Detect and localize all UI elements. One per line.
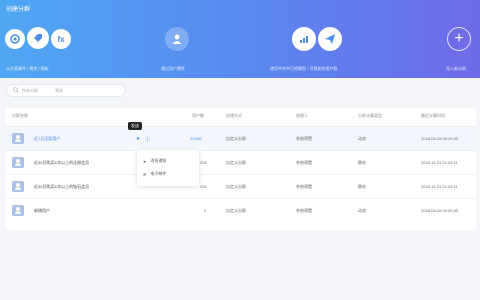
info-icon[interactable]: ⓘ [145, 136, 150, 143]
creator: 系统预置 [296, 184, 312, 189]
menu-item-label: 消息通知 [150, 158, 167, 163]
create-method: 自定义分群 [226, 136, 246, 141]
caption-model: 使用平台中已经模型 / 可视化的用户群 [270, 66, 338, 71]
table-row[interactable]: 近7日活跃用户 ➤ ⓘ 23,692 自定义分群 系统预置 动态 2018-04… [6, 126, 476, 150]
menu-item-email[interactable]: ✉ 电子邮件 [143, 171, 166, 177]
create-method: 自定义分群 [226, 184, 246, 189]
user-count: 0 [204, 208, 207, 213]
table-row[interactable]: 近30日购买E次以上的钻石会员 201 自定义分群 系统预置 静态 2018-1… [6, 174, 476, 198]
segment-name[interactable]: 新增用户 [34, 208, 50, 214]
fx-icon[interactable]: fx [51, 29, 71, 49]
menu-item-label: 电子邮件 [150, 171, 167, 176]
calc-time: 2018-11-21 21:02:11 [421, 160, 458, 165]
segment-avatar-icon [12, 157, 24, 168]
table-row[interactable]: 近30日购买E次以上的注册会员 201 自定义分群 系统预置 静态 2018-1… [6, 150, 476, 174]
send-icon[interactable]: ➤ [136, 136, 140, 142]
filter-link[interactable]: 筛选 [55, 88, 63, 94]
send-dropdown-menu: ➤ 消息通知 ✉ 电子邮件 [137, 150, 199, 186]
segment-table: 分群名称 用户数 创建方式 创建人 分群计算类型 最近计算时间 近7日活跃用户 … [6, 108, 476, 230]
search-icon [13, 86, 19, 95]
add-segment-button[interactable]: + [447, 27, 471, 51]
segment-avatar-icon [12, 133, 24, 144]
creator: 系统预置 [296, 160, 312, 165]
create-method: 自定义分群 [226, 208, 246, 213]
header-banner: 创建分群 fx + 从任意事件 / 属性 / 指标 通过用户属性 使用平台中已经… [0, 0, 480, 78]
send-tooltip: 发送 [128, 122, 142, 130]
segment-name[interactable]: 近7日活跃用户 [34, 136, 60, 142]
user-count: 23,692 [190, 136, 203, 141]
creator: 系统预置 [296, 136, 312, 141]
user-count: 201 [200, 160, 207, 165]
caption-attribute: 通过用户属性 [161, 66, 185, 71]
col-count: 用户数 [192, 113, 204, 118]
menu-item-notification[interactable]: ➤ 消息通知 [143, 158, 166, 164]
page-title: 创建分群 [6, 7, 31, 13]
user-count: 201 [200, 184, 207, 189]
caption-event: 从任意事件 / 属性 / 指标 [6, 66, 49, 71]
calc-type: 静态 [358, 160, 366, 165]
col-name: 分群名称 [12, 113, 28, 118]
calc-type: 动态 [358, 208, 366, 213]
search-bar[interactable]: 所有分群 筛选 [6, 84, 126, 97]
search-input[interactable]: 所有分群 [22, 88, 38, 94]
calc-type: 静态 [358, 184, 366, 189]
user-group-icon[interactable] [165, 27, 189, 51]
table-row[interactable]: 新增用户 0 自定义分群 系统预置 动态 2018-04-28 00:30:45 [6, 198, 476, 222]
tag-icon[interactable] [27, 27, 49, 49]
creator: 系统预置 [296, 208, 312, 213]
send-icon: ➤ [143, 158, 147, 164]
send-icon[interactable] [318, 27, 342, 51]
mail-icon: ✉ [143, 171, 147, 177]
col-type: 分群计算类型 [358, 113, 382, 118]
create-method: 自定义分群 [226, 160, 246, 165]
segment-avatar-icon [12, 181, 24, 192]
calc-time: 2018-04-28 00:30:45 [421, 136, 459, 141]
caption-import: 导入新分群 [446, 66, 466, 71]
chart-icon[interactable] [292, 27, 316, 51]
segment-avatar-icon [12, 205, 24, 216]
segment-name[interactable]: 近30日购买E次以上的注册会员 [34, 160, 89, 166]
calc-time: 2018-11-21 21:02:11 [421, 184, 458, 189]
col-method: 创建方式 [226, 113, 242, 118]
calc-type: 动态 [358, 136, 366, 141]
col-creator: 创建人 [296, 113, 308, 118]
gear-icon[interactable] [5, 29, 25, 49]
calc-time: 2018-04-28 00:30:45 [421, 208, 459, 213]
table-header: 分群名称 用户数 创建方式 创建人 分群计算类型 最近计算时间 [6, 108, 476, 120]
segment-name[interactable]: 近30日购买E次以上的钻石会员 [34, 184, 89, 190]
col-time: 最近计算时间 [421, 113, 445, 118]
